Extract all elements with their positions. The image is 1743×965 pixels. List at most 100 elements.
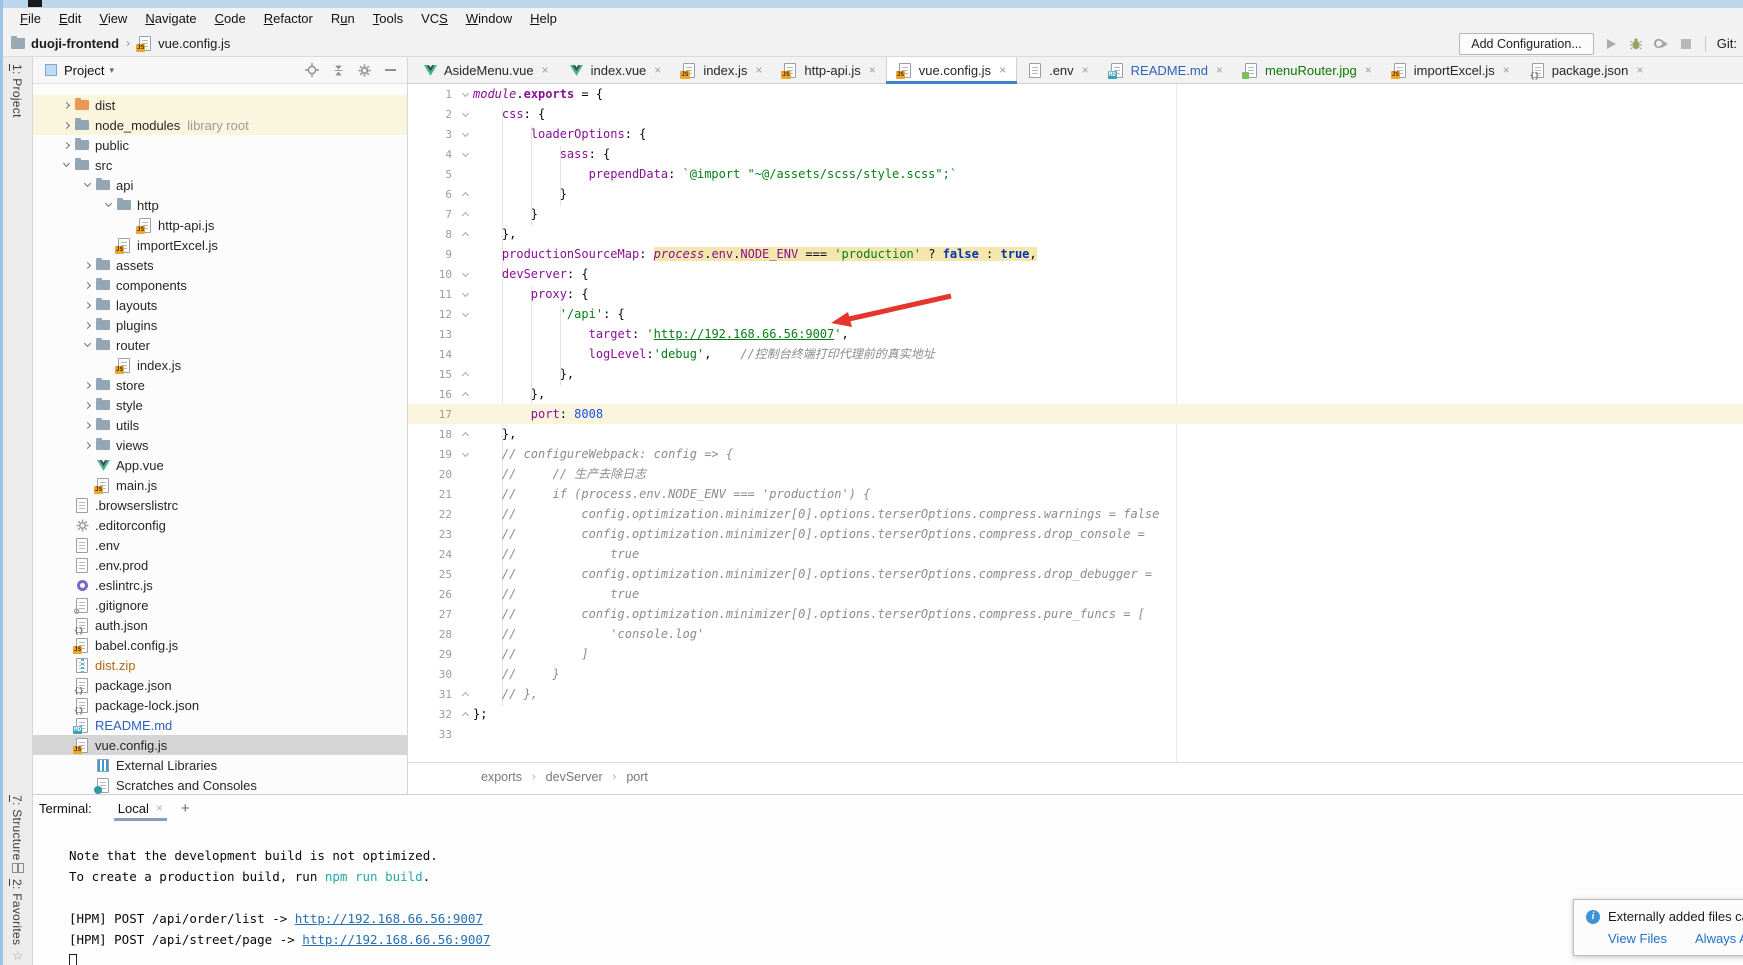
tab--env[interactable]: .env× (1017, 57, 1099, 83)
fold-close-icon[interactable] (458, 230, 473, 238)
code-line-15[interactable]: 15 }, (408, 364, 1743, 384)
locate-file-icon[interactable] (305, 63, 319, 77)
tree-item--env[interactable]: .env (33, 535, 407, 555)
fold-open-icon[interactable] (458, 293, 473, 296)
tree-item-auth-json[interactable]: {}auth.json (33, 615, 407, 635)
tree-item--gitignore[interactable]: ⊘.gitignore (33, 595, 407, 615)
code-line-32[interactable]: 32}; (408, 704, 1743, 724)
tree-item-http[interactable]: http (33, 195, 407, 215)
tree-item-store[interactable]: store (33, 375, 407, 395)
menu-item-file[interactable]: File (11, 8, 50, 30)
code-line-8[interactable]: 8 }, (408, 224, 1743, 244)
tree-expanded-icon[interactable] (59, 164, 74, 166)
code-line-12[interactable]: 12 '/api': { (408, 304, 1743, 324)
tab-http-api-js[interactable]: JShttp-api.js× (772, 57, 885, 83)
tree-item-importexcel-js[interactable]: JSimportExcel.js (33, 235, 407, 255)
close-icon[interactable]: × (1365, 63, 1372, 77)
menu-item-tools[interactable]: Tools (364, 8, 412, 30)
code-line-6[interactable]: 6 } (408, 184, 1743, 204)
tree-item-dist-zip[interactable]: dist.zip (33, 655, 407, 675)
structure-tool-icon[interactable] (12, 863, 24, 873)
tree-collapsed-icon[interactable] (80, 283, 95, 288)
tree-item-router[interactable]: router (33, 335, 407, 355)
view-files-link[interactable]: View Files (1608, 931, 1667, 946)
tree-item-package-lock-json[interactable]: {}package-lock.json (33, 695, 407, 715)
menu-item-navigate[interactable]: Navigate (136, 8, 205, 30)
code-line-5[interactable]: 5 prependData: `@import "~@/assets/scss/… (408, 164, 1743, 184)
terminal-link[interactable]: http://192.168.66.56:9007 (302, 932, 490, 947)
code-line-25[interactable]: 25 // config.optimization.minimizer[0].o… (408, 564, 1743, 584)
tree-collapsed-icon[interactable] (80, 423, 95, 428)
fold-open-icon[interactable] (458, 273, 473, 276)
code-line-18[interactable]: 18 }, (408, 424, 1743, 444)
tab-index-js[interactable]: JSindex.js× (671, 57, 772, 83)
tree-item-readme-md[interactable]: MDREADME.md (33, 715, 407, 735)
fold-close-icon[interactable] (458, 710, 473, 718)
close-icon[interactable]: × (1216, 63, 1223, 77)
code-line-30[interactable]: 30 // } (408, 664, 1743, 684)
close-icon[interactable]: × (156, 801, 163, 815)
fold-close-icon[interactable] (458, 430, 473, 438)
chevron-down-icon[interactable]: ▾ (109, 65, 114, 76)
tree-expanded-icon[interactable] (80, 184, 95, 186)
close-icon[interactable]: × (1082, 63, 1089, 77)
code-editor[interactable]: 1module.exports = {2 css: {3 loaderOptio… (408, 84, 1743, 762)
code-line-3[interactable]: 3 loaderOptions: { (408, 124, 1743, 144)
tree-item-assets[interactable]: assets (33, 255, 407, 275)
terminal-tab-local[interactable]: Local × (114, 795, 167, 821)
git-branch-label[interactable]: Git: (1717, 36, 1737, 51)
code-line-24[interactable]: 24 // true (408, 544, 1743, 564)
code-line-7[interactable]: 7 } (408, 204, 1743, 224)
tree-collapsed-icon[interactable] (80, 403, 95, 408)
code-line-16[interactable]: 16 }, (408, 384, 1743, 404)
tree-item-layouts[interactable]: layouts (33, 295, 407, 315)
favorites-star-icon[interactable]: ☆ (12, 950, 24, 962)
menu-item-refactor[interactable]: Refactor (255, 8, 322, 30)
fold-close-icon[interactable] (458, 210, 473, 218)
code-line-29[interactable]: 29 // ] (408, 644, 1743, 664)
tree-item--browserslistrc[interactable]: .browserslistrc (33, 495, 407, 515)
tab-vue-config-js[interactable]: JSvue.config.js× (886, 57, 1017, 83)
fold-open-icon[interactable] (458, 93, 473, 96)
tree-collapsed-icon[interactable] (80, 383, 95, 388)
code-line-33[interactable]: 33 (408, 724, 1743, 744)
tree-expanded-icon[interactable] (101, 204, 116, 206)
hide-panel-icon[interactable] (383, 63, 397, 77)
tree-item-node-modules[interactable]: node_moduleslibrary root (33, 115, 407, 135)
close-icon[interactable]: × (755, 63, 762, 77)
tree-collapsed-icon[interactable] (80, 303, 95, 308)
tree-collapsed-icon[interactable] (59, 143, 74, 148)
menu-item-edit[interactable]: Edit (50, 8, 90, 30)
close-icon[interactable]: × (999, 63, 1006, 77)
code-line-28[interactable]: 28 // 'console.log' (408, 624, 1743, 644)
fold-close-icon[interactable] (458, 390, 473, 398)
tab-package-json[interactable]: {}package.json× (1520, 57, 1654, 83)
code-line-11[interactable]: 11 proxy: { (408, 284, 1743, 304)
always-add-link[interactable]: Always Add (1695, 931, 1743, 946)
tree-item-main-js[interactable]: JSmain.js (33, 475, 407, 495)
menu-item-run[interactable]: Run (322, 8, 364, 30)
tree-item-utils[interactable]: utils (33, 415, 407, 435)
tab-importexcel-js[interactable]: JSimportExcel.js× (1382, 57, 1520, 83)
tree-item-app-vue[interactable]: App.vue (33, 455, 407, 475)
code-line-31[interactable]: 31 // }, (408, 684, 1743, 704)
code-line-22[interactable]: 22 // config.optimization.minimizer[0].o… (408, 504, 1743, 524)
fold-open-icon[interactable] (458, 313, 473, 316)
tree-collapsed-icon[interactable] (80, 443, 95, 448)
add-configuration-button[interactable]: Add Configuration... (1459, 33, 1594, 55)
tree-item-scratches-and-consoles[interactable]: Scratches and Consoles (33, 775, 407, 794)
tree-item-plugins[interactable]: plugins (33, 315, 407, 335)
code-line-23[interactable]: 23 // config.optimization.minimizer[0].o… (408, 524, 1743, 544)
tree-item-package-json[interactable]: {}package.json (33, 675, 407, 695)
new-terminal-icon[interactable]: + (181, 800, 190, 817)
tree-item-src[interactable]: src (33, 155, 407, 175)
terminal-link[interactable]: http://192.168.66.56:9007 (295, 911, 483, 926)
menu-item-view[interactable]: View (90, 8, 136, 30)
close-icon[interactable]: × (1636, 63, 1643, 77)
tree-collapsed-icon[interactable] (59, 123, 74, 128)
code-line-20[interactable]: 20 // // 生产去除日志 (408, 464, 1743, 484)
menu-item-help[interactable]: Help (521, 8, 566, 30)
code-line-21[interactable]: 21 // if (process.env.NODE_ENV === 'prod… (408, 484, 1743, 504)
breadcrumb-file[interactable]: vue.config.js (158, 36, 230, 51)
tab-index-vue[interactable]: index.vue× (559, 57, 672, 83)
